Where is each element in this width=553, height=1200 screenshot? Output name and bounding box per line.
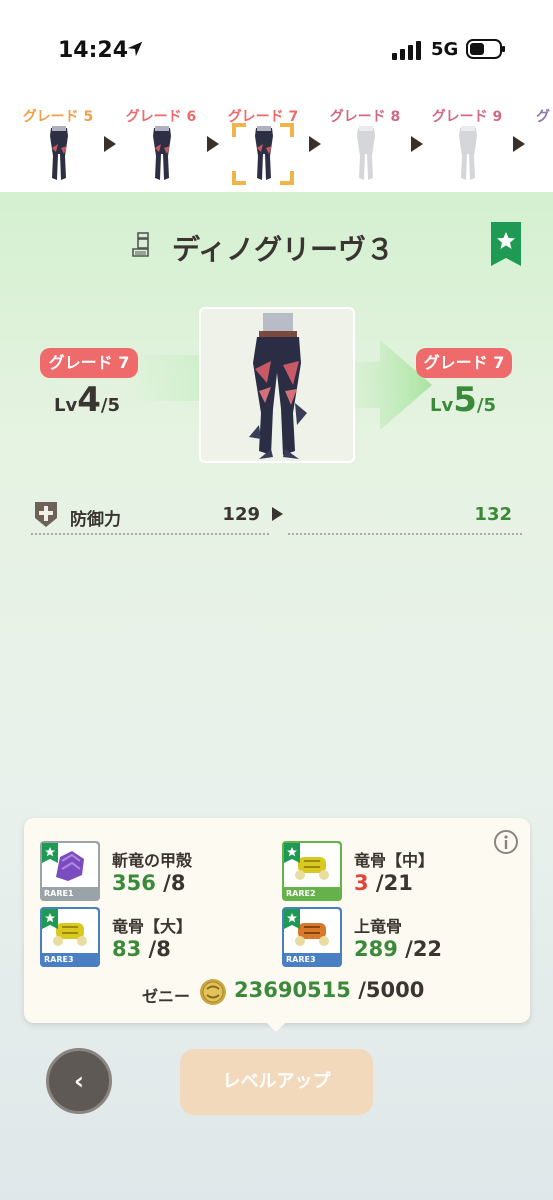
battery-icon [466, 39, 505, 59]
level-max: /5 [100, 395, 120, 416]
material-item[interactable]: RARE2 竜骨【中】 3 /21 [282, 841, 522, 903]
current-level: Lv4/5 [54, 380, 120, 420]
rare-star-icon [42, 909, 58, 929]
grade-label: グレード 6 [125, 109, 197, 125]
material-have: 3 [354, 871, 369, 895]
stat-current-value: 129 [222, 504, 260, 525]
status-bar: 14:24 5G [0, 0, 553, 90]
current-grade-badge: グレード 7 [40, 348, 138, 378]
level-value: 4 [77, 380, 101, 420]
stat-label: 防御力 [70, 510, 121, 530]
grade-label: グレード 9 [431, 109, 503, 125]
signal-icon [392, 41, 421, 60]
grade-item-8[interactable]: グレード 8 [320, 96, 410, 192]
material-item[interactable]: RARE3 竜骨【大】 83 /8 [40, 907, 280, 969]
rarity-label: RARE2 [282, 887, 342, 901]
level-up-button[interactable]: レベルアップ [180, 1049, 373, 1115]
material-count: 83 /8 [112, 937, 171, 961]
material-name: 竜骨【中】 [354, 851, 435, 870]
level-max: /5 [476, 395, 496, 416]
stat-arrow-icon [272, 507, 283, 521]
rarity-label: RARE1 [40, 887, 100, 901]
zeny-have: 23690515 [234, 978, 351, 1002]
status-time: 14:24 [58, 38, 129, 63]
next-grade-badge: グレード 7 [416, 348, 512, 378]
material-have: 356 [112, 871, 156, 895]
material-item[interactable]: RARE3 上竜骨 289 /22 [282, 907, 522, 969]
grade-item-6[interactable]: グレード 6 [116, 96, 206, 192]
next-arrow-icon [104, 136, 116, 152]
next-arrow-icon [513, 136, 525, 152]
network-label: 5G [431, 39, 459, 60]
material-name: 斬竜の甲殻 [112, 851, 193, 870]
stat-next-value: 132 [474, 504, 512, 525]
grade-item-5[interactable]: グレード 5 [13, 96, 103, 192]
grade-item-9[interactable]: グレード 9 [422, 96, 512, 192]
material-count: 356 /8 [112, 871, 185, 895]
material-need: /21 [368, 871, 413, 895]
rare-star-icon [284, 909, 300, 929]
zeny-label: ゼニー [142, 987, 191, 1006]
material-thumbnail: RARE1 [40, 841, 100, 901]
material-have: 83 [112, 937, 142, 961]
material-count: 3 /21 [354, 871, 413, 895]
item-title: ディノグリーヴ３ [172, 233, 395, 266]
rare-star-icon [42, 843, 58, 863]
greaves-thumbnail-icon [459, 126, 477, 180]
next-level: Lv5/5 [430, 380, 496, 420]
material-count: 289 /22 [354, 937, 442, 961]
divider [288, 533, 522, 535]
greaves-thumbnail-icon [50, 126, 68, 180]
favorite-star-icon[interactable] [491, 222, 521, 266]
material-thumbnail: RARE2 [282, 841, 342, 901]
grade-label: グレード 8 [329, 109, 401, 125]
level-prefix: Lv [430, 395, 454, 416]
rare-star-icon [284, 843, 300, 863]
back-chevron-icon: ‹ [74, 1067, 84, 1095]
grade-label: グ [536, 109, 550, 125]
material-need: /22 [397, 937, 443, 961]
greaves-thumbnail-icon [357, 126, 375, 180]
grade-label: グレード 5 [22, 109, 94, 125]
defense-shield-icon [35, 502, 57, 527]
greaves-thumbnail-icon [153, 126, 171, 180]
location-arrow-icon [127, 41, 143, 57]
greaves-category-icon [132, 232, 149, 257]
level-prefix: Lv [54, 395, 78, 416]
back-button[interactable]: ‹ [46, 1048, 112, 1114]
selection-bracket [232, 123, 294, 185]
material-need: /8 [141, 937, 171, 961]
grade-item-10[interactable]: グ [536, 96, 553, 192]
material-name: 竜骨【大】 [112, 917, 193, 936]
rarity-label: RARE3 [40, 953, 100, 967]
rarity-label: RARE3 [282, 953, 342, 967]
material-thumbnail: RARE3 [40, 907, 100, 967]
divider [31, 533, 269, 535]
zeny-coin-icon [200, 979, 226, 1005]
material-need: /8 [155, 871, 186, 895]
item-preview-card [199, 307, 355, 463]
level-value: 5 [453, 380, 477, 420]
material-thumbnail: RARE3 [282, 907, 342, 967]
material-have: 289 [354, 937, 398, 961]
zeny-value: 23690515 /5000 [234, 978, 424, 1002]
panel-pointer [266, 1022, 286, 1032]
zeny-need: /5000 [350, 978, 425, 1002]
greaves-image [249, 313, 307, 459]
material-item[interactable]: RARE1 斬竜の甲殻 356 /8 [40, 841, 280, 903]
material-name: 上竜骨 [354, 917, 403, 936]
